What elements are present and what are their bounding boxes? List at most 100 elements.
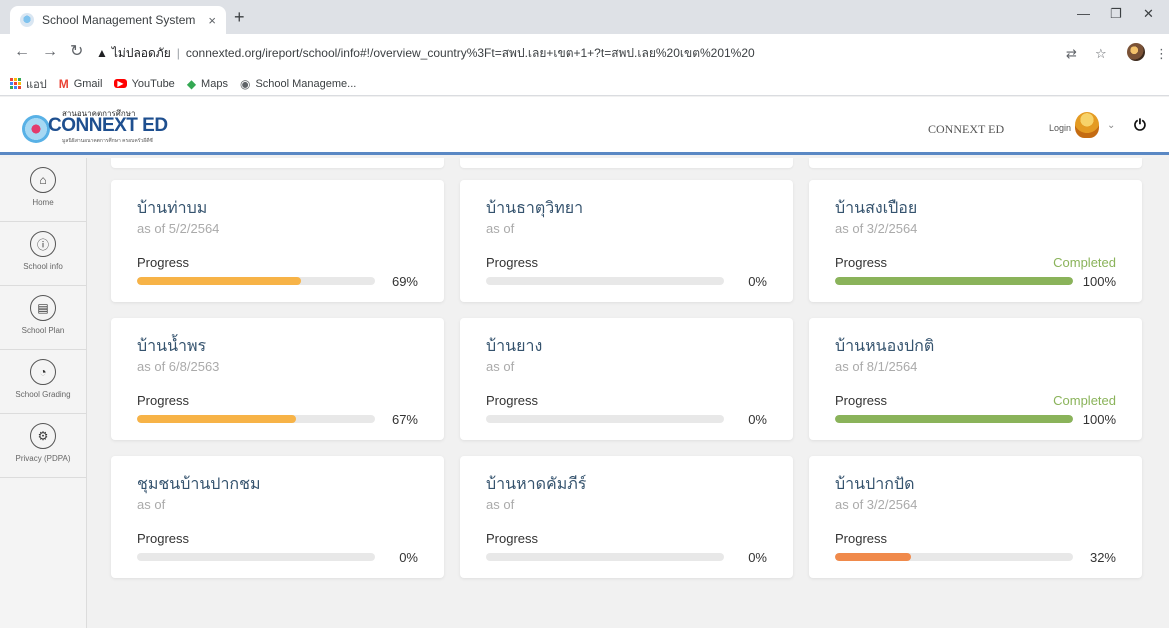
tab-close-icon[interactable]: × — [208, 13, 216, 28]
new-tab-button[interactable]: + — [234, 8, 245, 26]
progress-bar — [835, 553, 1073, 561]
connext-ed-logo[interactable]: สานอนาคตการศึกษา CONNEXT ED มูลนิธิสานอน… — [22, 107, 172, 147]
progress-bar-fill — [835, 415, 1073, 423]
forward-arrow-icon[interactable]: → — [42, 44, 58, 60]
close-window-icon[interactable]: ✕ — [1143, 6, 1154, 22]
sidebar-item-label: Privacy (PDPA) — [15, 454, 71, 463]
app-header: สานอนาคตการศึกษา CONNEXT ED มูลนิธิสานอน… — [0, 97, 1169, 155]
logo-subtitle: มูลนิธิสานอนาคตการศึกษา ครอบครัวอีดีซี — [62, 138, 153, 144]
school-card[interactable]: บ้านหาดคัมภีร์ as of Progress 0% — [460, 456, 793, 578]
school-name: ชุมชนบ้านปากชม — [137, 476, 261, 493]
school-name: บ้านหนองปกติ — [835, 338, 935, 355]
bookmark-youtube[interactable]: ▶ YouTube — [114, 77, 175, 90]
bookmark-maps[interactable]: ◆ Maps — [187, 77, 228, 91]
progress-label: Progress — [835, 255, 888, 270]
progress-bar — [486, 415, 724, 423]
sidebar: ⌂ Home ⓘ School info ▤ School Plan ◔ Sch… — [0, 158, 87, 628]
school-date: as of 8/1/2564 — [835, 359, 918, 374]
reload-icon[interactable]: ↻ — [70, 44, 83, 60]
browser-menu-icon[interactable]: ⋮ — [1155, 46, 1168, 62]
progress-label: Progress — [137, 393, 190, 408]
restore-icon[interactable]: ❐ — [1110, 6, 1122, 22]
progress-bar — [486, 553, 724, 561]
school-card[interactable]: บ้านหนองปกติ as of 8/1/2564 Progress Com… — [809, 318, 1142, 440]
header-brand-link[interactable]: CONNEXT ED — [928, 122, 1004, 137]
school-name: บ้านธาตุวิทยา — [486, 200, 584, 217]
school-card[interactable]: บ้านธาตุวิทยา as of Progress 0% — [460, 180, 793, 302]
school-plan-icon: ▤ — [30, 295, 56, 321]
maps-icon: ◆ — [186, 76, 197, 91]
user-avatar-icon[interactable] — [1075, 112, 1099, 138]
bookmark-label: แอป — [26, 78, 47, 91]
sidebar-item-privacy[interactable]: ⚙ Privacy (PDPA) — [0, 414, 86, 478]
progress-bar-fill — [835, 277, 1073, 285]
school-name: บ้านท่าบม — [137, 200, 208, 217]
grading-pie-icon: ◔ — [30, 359, 56, 385]
logo-wordmark: CONNEXT ED — [48, 115, 168, 136]
back-arrow-icon[interactable]: ← — [14, 44, 30, 60]
school-name: บ้านสงเปือย — [835, 200, 918, 217]
sidebar-item-label: School Plan — [21, 326, 65, 335]
school-date: as of 6/8/2563 — [137, 359, 220, 374]
status-badge: Completed — [1053, 255, 1116, 270]
progress-percent: 0% — [748, 550, 767, 565]
profile-avatar-icon[interactable] — [1127, 43, 1145, 61]
gmail-icon: M — [58, 76, 69, 91]
progress-label: Progress — [486, 255, 539, 270]
school-card[interactable]: บ้านท่าบม as of 5/2/2564 Progress 69% — [111, 180, 444, 302]
school-card[interactable]: ชุมชนบ้านปากชม as of Progress 0% — [111, 456, 444, 578]
progress-label: Progress — [835, 393, 888, 408]
bookmark-gmail[interactable]: M Gmail — [59, 77, 103, 91]
bookmark-school-management[interactable]: ◉ School Manageme... — [240, 77, 356, 91]
school-name: บ้านน้ำพร — [137, 338, 207, 355]
bookmark-apps[interactable]: แอป — [10, 75, 47, 93]
school-date: as of — [137, 497, 166, 512]
school-date: as of — [486, 497, 515, 512]
card-partial-top — [809, 158, 1142, 168]
sidebar-item-school-info[interactable]: ⓘ School info — [0, 222, 86, 286]
tab-title: School Management System — [42, 13, 196, 27]
school-date: as of — [486, 221, 515, 236]
school-name: บ้านปากปัด — [835, 476, 915, 493]
browser-tab[interactable]: School Management System × — [10, 6, 226, 34]
power-logout-icon[interactable]: ⏻ — [1134, 117, 1146, 134]
school-date: as of 5/2/2564 — [137, 221, 220, 236]
school-date: as of 3/2/2564 — [835, 221, 918, 236]
gear-icon: ⚙ — [30, 423, 56, 449]
browser-toolbar: ← → ↻ ▲ ไม่ปลอดภัย | connexted.org/irepo… — [0, 34, 1169, 72]
address-bar[interactable]: ▲ ไม่ปลอดภัย | connexted.org/ireport/sch… — [96, 40, 1076, 66]
progress-percent: 100% — [1082, 274, 1116, 289]
minimize-icon[interactable]: — — [1077, 6, 1090, 21]
card-partial-top — [460, 158, 793, 168]
bookmarks-bar: แอป M Gmail ▶ YouTube ◆ Maps ◉ School Ma… — [0, 72, 1169, 96]
bookmark-star-icon[interactable]: ☆ — [1095, 46, 1107, 62]
sidebar-item-home[interactable]: ⌂ Home — [0, 158, 86, 222]
school-name: บ้านหาดคัมภีร์ — [486, 476, 587, 493]
sidebar-item-label: School info — [23, 262, 63, 271]
sidebar-item-school-grading[interactable]: ◔ School Grading — [0, 350, 86, 414]
translate-icon[interactable]: ⇄ — [1066, 46, 1077, 62]
progress-label: Progress — [137, 255, 190, 270]
school-card[interactable]: บ้านน้ำพร as of 6/8/2563 Progress 67% — [111, 318, 444, 440]
school-card[interactable]: บ้านปากปัด as of 3/2/2564 Progress 32% — [809, 456, 1142, 578]
progress-percent: 32% — [1089, 550, 1116, 565]
bookmark-label: YouTube — [131, 77, 175, 90]
warning-triangle-icon[interactable]: ▲ — [96, 46, 108, 60]
progress-label: Progress — [137, 531, 190, 546]
school-info-icon: ⓘ — [30, 231, 56, 257]
home-icon: ⌂ — [30, 167, 56, 193]
apps-grid-icon — [10, 78, 21, 89]
progress-label: Progress — [486, 393, 539, 408]
login-link[interactable]: Login — [1049, 123, 1071, 133]
insecure-label[interactable]: ไม่ปลอดภัย — [112, 44, 171, 63]
chevron-down-icon[interactable]: ⌄ — [1107, 120, 1115, 131]
sidebar-item-school-plan[interactable]: ▤ School Plan — [0, 286, 86, 350]
globe-icon: ◉ — [239, 76, 251, 91]
bookmark-label: Gmail — [73, 77, 103, 90]
url-text[interactable]: connexted.org/ireport/school/info#!/over… — [186, 44, 755, 63]
progress-bar-fill — [137, 277, 302, 285]
youtube-icon: ▶ — [114, 79, 127, 88]
school-card[interactable]: บ้านสงเปือย as of 3/2/2564 Progress Comp… — [809, 180, 1142, 302]
school-card[interactable]: บ้านยาง as of Progress 0% — [460, 318, 793, 440]
progress-percent: 100% — [1082, 412, 1116, 427]
